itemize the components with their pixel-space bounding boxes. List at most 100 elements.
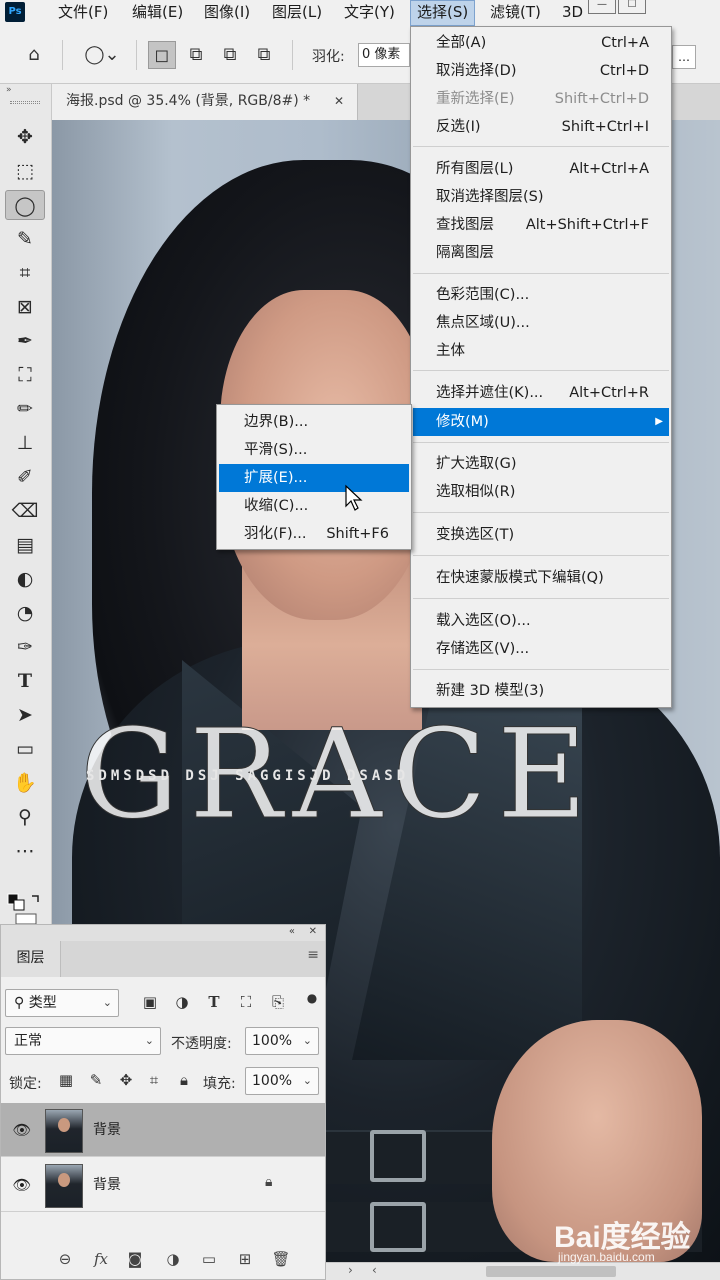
new-selection-icon[interactable]: ◻ — [148, 41, 176, 69]
menu-item-grow[interactable]: 扩大选取(G) — [411, 450, 671, 478]
filter-pixel-icon[interactable]: ▣ — [139, 991, 161, 1013]
menu-item-all-layers[interactable]: 所有图层(L) Alt+Ctrl+A — [411, 155, 671, 183]
minimize-button[interactable]: — — [588, 0, 616, 14]
brush-tool-icon[interactable]: ✏ — [5, 394, 45, 424]
history-brush-tool-icon[interactable]: ✐ — [5, 462, 45, 492]
menu-item-save-selection[interactable]: 存储选区(V)... — [411, 635, 671, 663]
path-select-tool-icon[interactable]: ➤ — [5, 700, 45, 730]
select-and-mask-button[interactable]: … — [672, 45, 696, 69]
menu-item-find-layers[interactable]: 查找图层 Alt+Shift+Ctrl+F — [411, 211, 671, 239]
layer-row[interactable]: 👁︎ 背景 🔒︎ — [1, 1158, 325, 1212]
filter-toggle-icon[interactable]: ● — [301, 987, 323, 1009]
zoom-tool-icon[interactable]: ⚲ — [5, 802, 45, 832]
adjustment-layer-icon[interactable]: ◑ — [161, 1247, 185, 1271]
clone-stamp-tool-icon[interactable]: ⊥ — [5, 428, 45, 458]
layer-row[interactable]: 👁︎ 背景 — [1, 1103, 325, 1157]
panel-menu-icon[interactable]: ≡ — [307, 947, 319, 963]
menu-item-select-and-mask[interactable]: 选择并遮住(K)... Alt+Ctrl+R — [411, 379, 671, 407]
filter-type-dropdown[interactable]: ⚲ 类型 ⌄ — [5, 989, 119, 1017]
menu-item-select-all[interactable]: 全部(A) Ctrl+A — [411, 29, 671, 57]
filter-type-icon[interactable]: T — [203, 991, 225, 1013]
home-icon[interactable]: ⌂ — [20, 41, 48, 69]
menu-item-new-3d-model[interactable]: 新建 3D 模型(3) — [411, 677, 671, 705]
frame-tool-icon[interactable]: ⊠ — [5, 292, 45, 322]
menu-item-color-range[interactable]: 色彩范围(C)... — [411, 281, 671, 309]
document-tab[interactable]: 海报.psd @ 35.4% (背景, RGB/8#) * ✕ — [52, 84, 358, 120]
menu-filter[interactable]: 滤镜(T) — [484, 0, 547, 26]
quick-select-tool-icon[interactable]: ✎ — [5, 224, 45, 254]
add-to-selection-icon[interactable]: ⧉ — [182, 41, 210, 69]
menu-layer[interactable]: 图层(L) — [266, 0, 328, 26]
new-group-icon[interactable]: ▭ — [197, 1247, 221, 1271]
maximize-button[interactable]: ☐ — [618, 0, 646, 14]
menu-item-modify[interactable]: 修改(M) ▶ — [413, 408, 669, 436]
subtract-selection-icon[interactable]: ⧉ — [216, 41, 244, 69]
filter-shape-icon[interactable]: ⛶ — [235, 991, 257, 1013]
rectangle-tool-icon[interactable]: ▭ — [5, 734, 45, 764]
blur-tool-icon[interactable]: ◐ — [5, 564, 45, 594]
close-icon[interactable]: ✕ — [334, 84, 344, 118]
gradient-tool-icon[interactable]: ▤ — [5, 530, 45, 560]
fill-input[interactable]: 100% ⌄ — [245, 1067, 319, 1095]
eyedropper-tool-icon[interactable]: ✒ — [5, 326, 45, 356]
close-panel-icon[interactable]: ✕ — [309, 926, 317, 937]
link-layers-icon[interactable]: ⊖ — [53, 1247, 77, 1271]
scroll-left-icon[interactable]: ‹ — [372, 1263, 377, 1277]
lock-transparent-icon[interactable]: ▦ — [55, 1069, 77, 1091]
menu-select[interactable]: 选择(S) — [410, 0, 476, 26]
menu-item-smooth[interactable]: 平滑(S)... — [219, 436, 409, 464]
lock-all-icon[interactable]: 🔒︎ — [173, 1069, 195, 1091]
lasso-tool-icon[interactable]: ◯ — [5, 190, 45, 220]
menu-type[interactable]: 文字(Y) — [338, 0, 401, 26]
new-layer-icon[interactable]: ⊞ — [233, 1247, 257, 1271]
add-mask-icon[interactable]: ◙ — [123, 1247, 147, 1271]
visibility-eye-icon[interactable]: 👁︎ — [11, 1174, 33, 1196]
menu-item-load-selection[interactable]: 载入选区(O)... — [411, 607, 671, 635]
scroll-right-icon[interactable]: › — [348, 1263, 353, 1277]
tab-layers[interactable]: 图层 — [1, 941, 61, 977]
menu-item-feather[interactable]: 羽化(F)... Shift+F6 — [219, 520, 409, 548]
menu-item-transform-selection[interactable]: 变换选区(T) — [411, 521, 671, 549]
toolbar-grip[interactable] — [10, 101, 40, 104]
visibility-eye-icon[interactable]: 👁︎ — [11, 1119, 33, 1141]
collapse-panel-icon[interactable]: « — [289, 926, 295, 937]
menu-3d[interactable]: 3D — [556, 0, 589, 26]
menu-item-subject[interactable]: 主体 — [411, 337, 671, 365]
intersect-selection-icon[interactable]: ⧉ — [250, 41, 278, 69]
move-tool-icon[interactable]: ✥ — [5, 122, 45, 152]
menu-item-inverse[interactable]: 反选(I) Shift+Ctrl+I — [411, 113, 671, 141]
pen-tool-icon[interactable]: ✑ — [5, 632, 45, 662]
filter-adjustment-icon[interactable]: ◑ — [171, 991, 193, 1013]
more-tools-icon[interactable]: ⋯ — [5, 836, 45, 866]
feather-input[interactable]: 0 像素 — [358, 43, 410, 67]
menu-item-similar[interactable]: 选取相似(R) — [411, 478, 671, 506]
opacity-input[interactable]: 100% ⌄ — [245, 1027, 319, 1055]
collapse-icon[interactable]: » — [0, 84, 52, 98]
color-swatches[interactable] — [4, 890, 44, 925]
menu-item-isolate-layers[interactable]: 隔离图层 — [411, 239, 671, 267]
menu-item-quick-mask[interactable]: 在快速蒙版模式下编辑(Q) — [411, 564, 671, 592]
menu-item-deselect[interactable]: 取消选择(D) Ctrl+D — [411, 57, 671, 85]
lock-image-icon[interactable]: ✎ — [85, 1069, 107, 1091]
menu-file[interactable]: 文件(F) — [52, 0, 114, 26]
type-tool-icon[interactable]: T — [5, 666, 45, 696]
filter-smart-object-icon[interactable]: ⎘ — [267, 991, 289, 1013]
eraser-tool-icon[interactable]: ⌫ — [5, 496, 45, 526]
menu-item-contract[interactable]: 收缩(C)... — [219, 492, 409, 520]
blend-mode-dropdown[interactable]: 正常 ⌄ — [5, 1027, 161, 1055]
trash-icon[interactable]: 🗑︎ — [269, 1247, 293, 1271]
menu-item-focus-area[interactable]: 焦点区域(U)... — [411, 309, 671, 337]
menu-edit[interactable]: 编辑(E) — [126, 0, 189, 26]
menu-image[interactable]: 图像(I) — [198, 0, 256, 26]
dodge-tool-icon[interactable]: ◔ — [5, 598, 45, 628]
fx-icon[interactable]: fx — [89, 1247, 113, 1271]
menu-item-deselect-layers[interactable]: 取消选择图层(S) — [411, 183, 671, 211]
crop-tool-icon[interactable]: ⌗ — [5, 258, 45, 288]
lock-position-icon[interactable]: ✥ — [115, 1069, 137, 1091]
menu-item-border[interactable]: 边界(B)... — [219, 408, 409, 436]
menu-item-expand[interactable]: 扩展(E)... — [219, 464, 409, 492]
hand-tool-icon[interactable]: ✋ — [5, 768, 45, 798]
marquee-tool-icon[interactable]: ⬚ — [5, 156, 45, 186]
lasso-preset-icon[interactable]: ◯⌄ — [76, 41, 128, 69]
healing-tool-icon[interactable]: ⛶ — [5, 360, 45, 390]
